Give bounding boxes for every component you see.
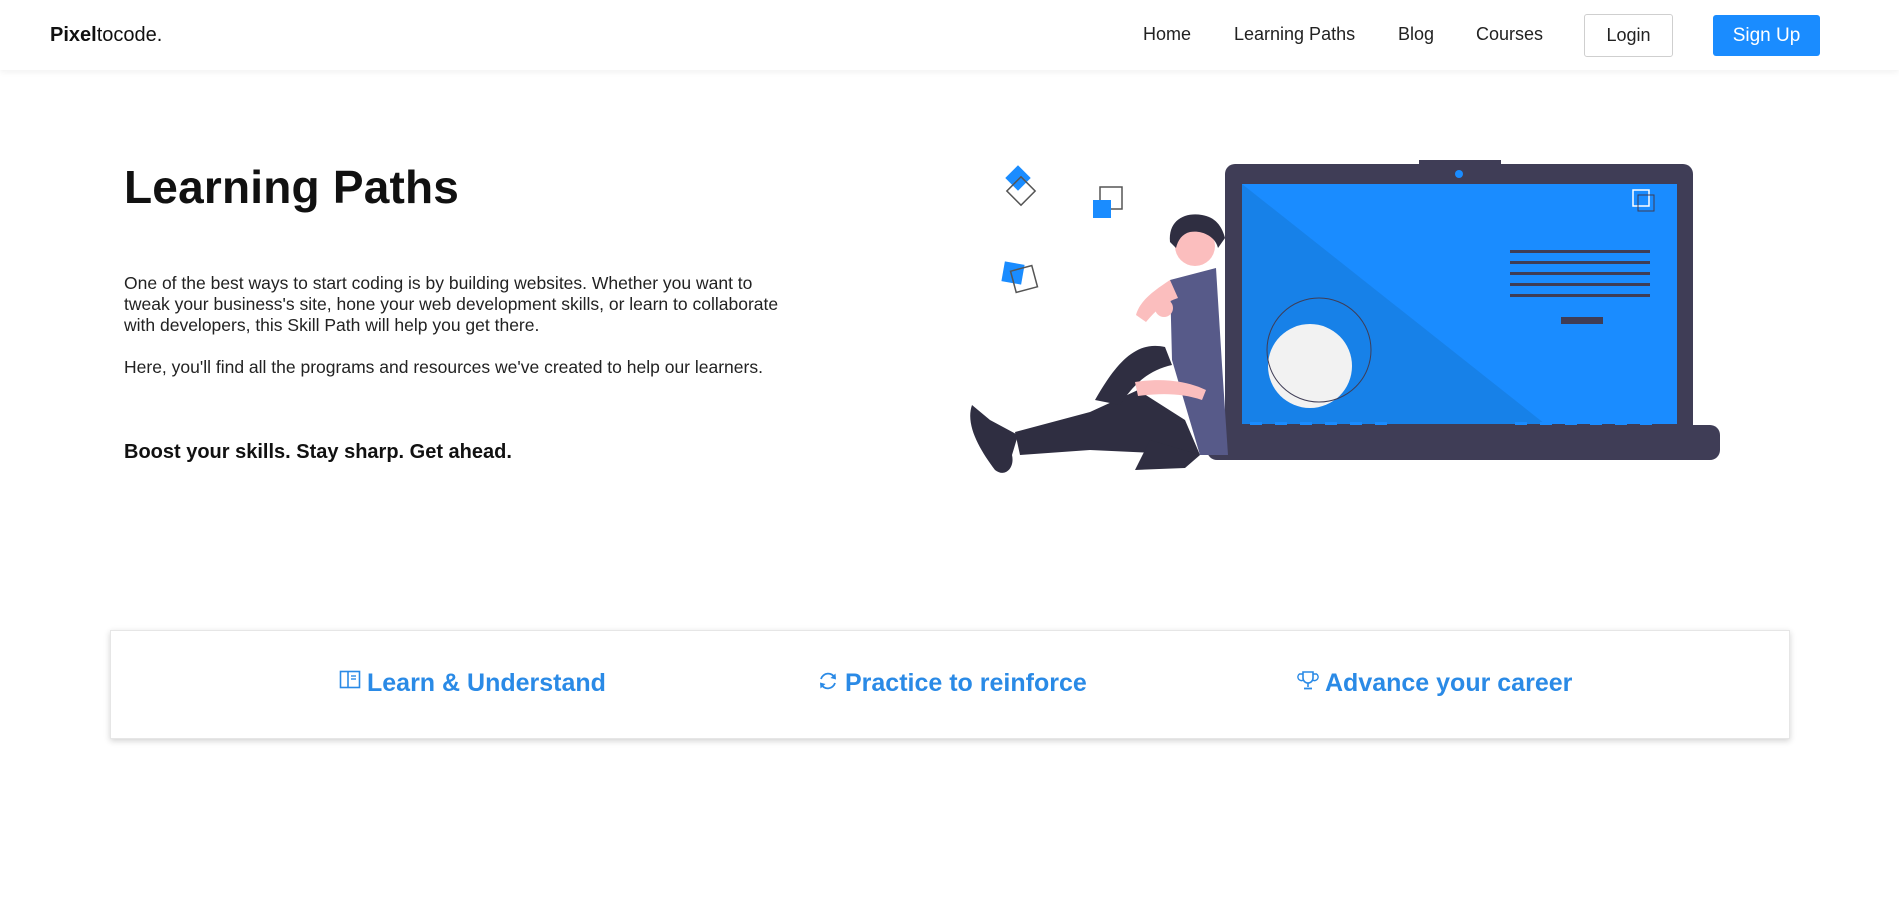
trophy-icon [1297,670,1319,689]
login-button[interactable]: Login [1584,14,1673,57]
navbar: Pixel tocode. Home Learning Paths Blog Co… [0,0,1899,70]
hero-illustration [970,160,1720,473]
laptop [1207,160,1720,460]
nav-blog-link[interactable]: Blog [1398,24,1434,45]
nav-courses-link[interactable]: Courses [1476,24,1543,45]
brand-logo-light: tocode. [96,24,163,46]
page-title: Learning Paths [124,161,460,213]
person-figure [970,214,1228,473]
signup-button[interactable]: Sign Up [1713,15,1820,56]
feature-label: Advance your career [1325,669,1573,697]
floating-squares-decoration [1001,165,1123,294]
brand-logo-bold: Pixel [50,24,97,46]
feature-advance-career[interactable]: Advance your career [1297,669,1572,698]
feature-label: Practice to reinforce [845,669,1087,697]
brand-logo[interactable]: Pixel tocode. [50,24,162,47]
feature-label: Learn & Understand [367,669,606,697]
hero-paragraph-2: Here, you'll find all the programs and r… [124,357,763,377]
nav-learning-paths-link[interactable]: Learning Paths [1234,24,1355,45]
nav-home-link[interactable]: Home [1143,24,1191,45]
feature-learn-understand[interactable]: Learn & Understand [339,669,606,698]
refresh-icon [820,672,836,689]
hero-tagline: Boost your skills. Stay sharp. Get ahead… [124,441,512,463]
features-card: Learn & Understand Practice to reinforce… [110,630,1790,739]
hero-paragraph-1: One of the best ways to start coding is … [124,273,779,335]
feature-practice-reinforce[interactable]: Practice to reinforce [817,669,1087,698]
book-icon [339,670,361,688]
